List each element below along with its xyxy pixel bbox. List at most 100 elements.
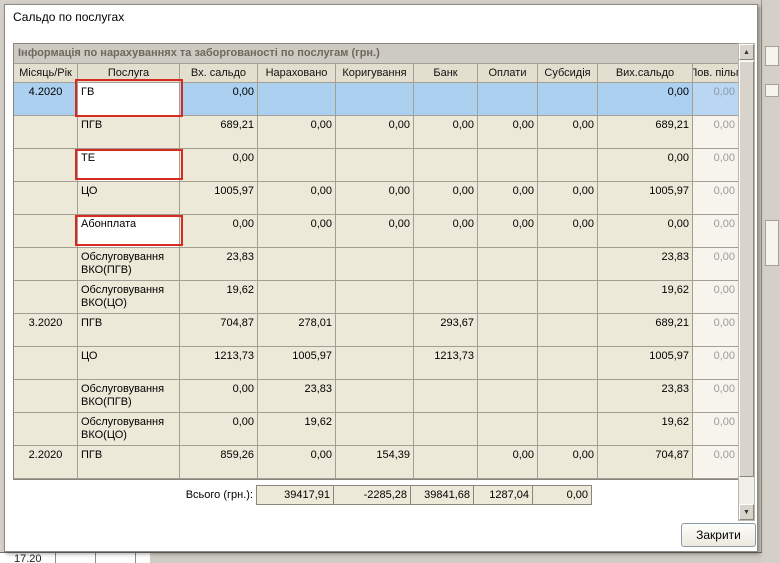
cell-adjust[interactable]: 0,00 — [336, 116, 414, 149]
cell-adjust[interactable] — [336, 380, 414, 413]
cell-month[interactable] — [14, 116, 78, 149]
grid-row-0[interactable]: 4.2020ГВ0,000,000,00 — [14, 83, 739, 116]
cell-service[interactable]: ЦО — [78, 347, 180, 380]
grid-row-8[interactable]: ЦО1213,731005,971213,731005,970,00 — [14, 347, 739, 380]
scroll-up-icon[interactable]: ▲ — [739, 44, 754, 60]
cell-service[interactable]: Обслуговування ВКО(ЦО) — [78, 413, 180, 446]
cell-adjust[interactable] — [336, 413, 414, 446]
cell-paid[interactable] — [478, 83, 538, 116]
cell-subsidy[interactable]: 0,00 — [538, 116, 598, 149]
cell-bank[interactable] — [414, 380, 478, 413]
cell-subsidy[interactable]: 0,00 — [538, 446, 598, 479]
cell-paid[interactable] — [478, 413, 538, 446]
cell-adjust[interactable] — [336, 281, 414, 314]
cell-out[interactable]: 689,21 — [598, 314, 693, 347]
cell-out[interactable]: 704,87 — [598, 446, 693, 479]
cell-benefit[interactable]: 0,00 — [693, 380, 739, 413]
cell-service[interactable]: ПГВ — [78, 446, 180, 479]
cell-month[interactable] — [14, 380, 78, 413]
column-header-out[interactable]: Вих.сальдо — [598, 64, 693, 82]
cell-month[interactable] — [14, 215, 78, 248]
cell-in[interactable]: 0,00 — [180, 83, 258, 116]
cell-paid[interactable] — [478, 281, 538, 314]
column-header-benefit[interactable]: Пов. пільг. — [693, 64, 739, 82]
cell-adjust[interactable] — [336, 83, 414, 116]
column-header-adjust[interactable]: Коригування — [336, 64, 414, 82]
column-header-service[interactable]: Послуга — [78, 64, 180, 82]
cell-out[interactable]: 0,00 — [598, 83, 693, 116]
cell-out[interactable]: 1005,97 — [598, 347, 693, 380]
cell-benefit[interactable]: 0,00 — [693, 116, 739, 149]
cell-charged[interactable]: 0,00 — [258, 116, 336, 149]
cell-charged[interactable]: 0,00 — [258, 182, 336, 215]
dialog-titlebar[interactable]: Сальдо по послугах — [5, 5, 757, 29]
cell-in[interactable]: 859,26 — [180, 446, 258, 479]
cell-out[interactable]: 689,21 — [598, 116, 693, 149]
cell-adjust[interactable]: 154,39 — [336, 446, 414, 479]
grid-row-9[interactable]: Обслуговування ВКО(ПГВ)0,0023,8323,830,0… — [14, 380, 739, 413]
cell-in[interactable]: 0,00 — [180, 149, 258, 182]
cell-charged[interactable]: 278,01 — [258, 314, 336, 347]
grid-row-6[interactable]: Обслуговування ВКО(ЦО)19,6219,620,00 — [14, 281, 739, 314]
cell-charged[interactable]: 23,83 — [258, 380, 336, 413]
cell-adjust[interactable] — [336, 248, 414, 281]
cell-service[interactable]: ГВ — [78, 83, 180, 116]
cell-subsidy[interactable]: 0,00 — [538, 182, 598, 215]
column-header-subsidy[interactable]: Субсидія — [538, 64, 598, 82]
cell-out[interactable]: 23,83 — [598, 380, 693, 413]
cell-bank[interactable] — [414, 83, 478, 116]
cell-charged[interactable] — [258, 281, 336, 314]
grid-vertical-scrollbar[interactable]: ▲ ▼ — [738, 43, 755, 521]
cell-month[interactable] — [14, 347, 78, 380]
grid-row-4[interactable]: Абонплата0,000,000,000,000,000,000,000,0… — [14, 215, 739, 248]
cell-out[interactable]: 23,83 — [598, 248, 693, 281]
cell-benefit[interactable]: 0,00 — [693, 248, 739, 281]
cell-paid[interactable]: 0,00 — [478, 215, 538, 248]
cell-benefit[interactable]: 0,00 — [693, 149, 739, 182]
cell-adjust[interactable]: 0,00 — [336, 215, 414, 248]
grid-row-10[interactable]: Обслуговування ВКО(ЦО)0,0019,6219,620,00 — [14, 413, 739, 446]
cell-charged[interactable] — [258, 149, 336, 182]
cell-adjust[interactable] — [336, 149, 414, 182]
cell-service[interactable]: ПГВ — [78, 314, 180, 347]
cell-service[interactable]: Обслуговування ВКО(ПГВ) — [78, 380, 180, 413]
grid-row-11[interactable]: 2.2020ПГВ859,260,00154,390,000,00704,870… — [14, 446, 739, 479]
cell-month[interactable] — [14, 182, 78, 215]
column-header-charged[interactable]: Нараховано — [258, 64, 336, 82]
cell-month[interactable]: 4.2020 — [14, 83, 78, 116]
grid-row-3[interactable]: ЦО1005,970,000,000,000,000,001005,970,00 — [14, 182, 739, 215]
cell-bank[interactable]: 0,00 — [414, 182, 478, 215]
cell-out[interactable]: 19,62 — [598, 281, 693, 314]
cell-subsidy[interactable] — [538, 248, 598, 281]
cell-month[interactable] — [14, 248, 78, 281]
cell-service[interactable]: Абонплата — [78, 215, 180, 248]
cell-subsidy[interactable]: 0,00 — [538, 215, 598, 248]
cell-in[interactable]: 1213,73 — [180, 347, 258, 380]
cell-bank[interactable] — [414, 149, 478, 182]
cell-benefit[interactable]: 0,00 — [693, 215, 739, 248]
cell-paid[interactable] — [478, 314, 538, 347]
cell-adjust[interactable] — [336, 314, 414, 347]
cell-paid[interactable]: 0,00 — [478, 446, 538, 479]
scroll-down-icon[interactable]: ▼ — [739, 504, 754, 520]
cell-in[interactable]: 0,00 — [180, 215, 258, 248]
cell-in[interactable]: 0,00 — [180, 413, 258, 446]
column-header-bank[interactable]: Банк — [414, 64, 478, 82]
cell-service[interactable]: ЦО — [78, 182, 180, 215]
cell-paid[interactable]: 0,00 — [478, 116, 538, 149]
cell-paid[interactable] — [478, 149, 538, 182]
cell-bank[interactable] — [414, 446, 478, 479]
cell-month[interactable]: 3.2020 — [14, 314, 78, 347]
cell-subsidy[interactable] — [538, 314, 598, 347]
cell-bank[interactable] — [414, 281, 478, 314]
cell-charged[interactable]: 19,62 — [258, 413, 336, 446]
cell-adjust[interactable] — [336, 347, 414, 380]
column-header-paid[interactable]: Оплати — [478, 64, 538, 82]
cell-out[interactable]: 0,00 — [598, 149, 693, 182]
cell-benefit[interactable]: 0,00 — [693, 413, 739, 446]
cell-subsidy[interactable] — [538, 83, 598, 116]
cell-subsidy[interactable] — [538, 149, 598, 182]
cell-paid[interactable]: 0,00 — [478, 182, 538, 215]
grid-row-7[interactable]: 3.2020ПГВ704,87278,01293,67689,210,00 — [14, 314, 739, 347]
cell-in[interactable]: 19,62 — [180, 281, 258, 314]
